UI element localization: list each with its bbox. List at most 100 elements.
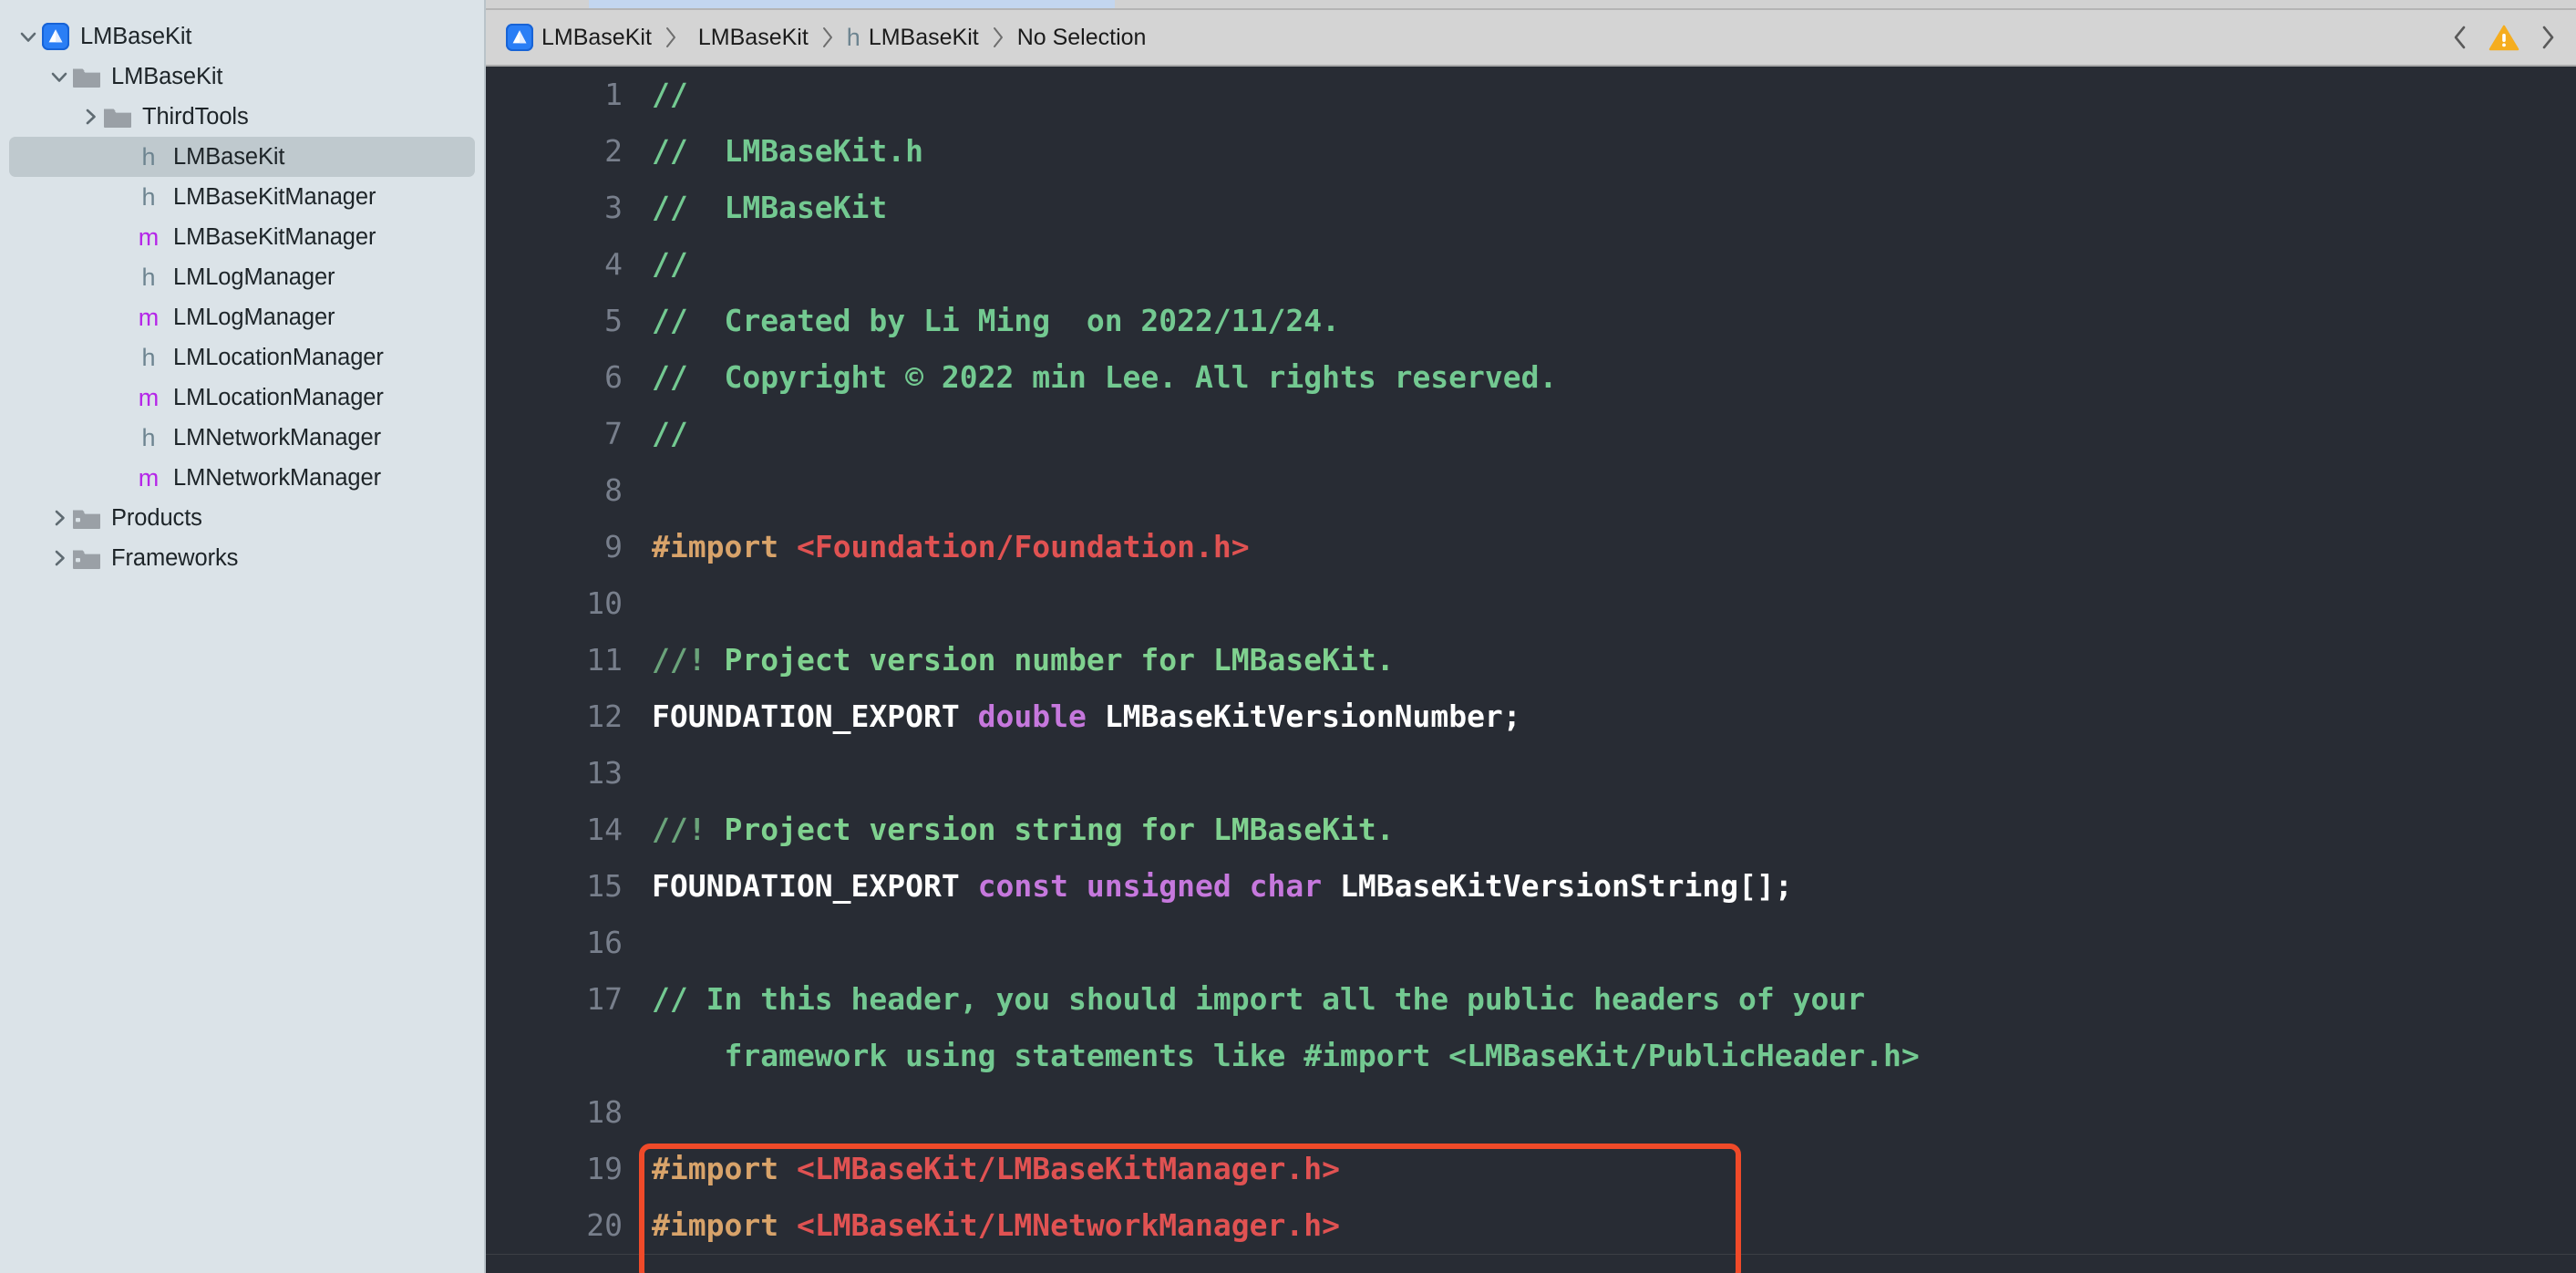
tab-active[interactable] xyxy=(589,0,1115,8)
line-content[interactable]: // xyxy=(643,67,2576,123)
code-line-20[interactable]: 20 #import <LMBaseKit/LMNetworkManager.h> xyxy=(486,1197,2576,1254)
disclosure-down-icon[interactable] xyxy=(47,65,71,88)
group-folder-icon xyxy=(71,504,102,532)
code-lines[interactable]: 1 // 2 // LMBaseKit.h 3 // LMBaseKit 4 // 5 // Cr… xyxy=(486,67,2576,1273)
code-line-14[interactable]: 14 //! Project version string for LMBaseK… xyxy=(486,802,2576,858)
code-line-11[interactable]: 11 //! Project version number for LMBaseK… xyxy=(486,632,2576,688)
code-token: <LMBaseKit/LMBaseKitManager.h> xyxy=(796,1151,1340,1186)
header-file-icon: h xyxy=(846,23,860,51)
code-line-13[interactable]: 13 xyxy=(486,745,2576,802)
code-line-9[interactable]: 9 #import <Foundation/Foundation.h> xyxy=(486,519,2576,575)
group-folder-icon xyxy=(71,544,102,572)
code-line-16[interactable]: 16 xyxy=(486,915,2576,971)
next-issue-button[interactable] xyxy=(2538,24,2558,51)
header-file-icon: h xyxy=(141,263,156,291)
source-editor[interactable]: 1 // 2 // LMBaseKit.h 3 // LMBaseKit 4 // 5 // Cr… xyxy=(486,67,2576,1273)
code-line-15[interactable]: 15 FOUNDATION_EXPORT const unsigned char … xyxy=(486,858,2576,915)
line-content[interactable]: // LMBaseKit xyxy=(643,180,2576,236)
header-file-icon: h xyxy=(141,423,156,451)
twisty-placeholder xyxy=(109,185,133,209)
jump-bar[interactable]: LMBaseKit LMBaseKit h LMBaseKit No Selection xyxy=(486,10,2576,67)
code-line-6[interactable]: 6 // Copyright © 2022 min Lee. All rights… xyxy=(486,349,2576,406)
sidebar-item-label: LMNetworkManager xyxy=(173,424,381,450)
code-token: #import xyxy=(652,1151,797,1186)
sidebar-item-frameworks-13[interactable]: Frameworks xyxy=(9,538,475,578)
sidebar-item-label: Frameworks xyxy=(111,544,239,571)
breadcrumb-label: LMBaseKit xyxy=(541,24,652,50)
line-number: 15 xyxy=(586,868,623,904)
code-line-4[interactable]: 4 // xyxy=(486,236,2576,293)
code-line-10[interactable]: 10 xyxy=(486,575,2576,632)
code-line-7[interactable]: 7 // xyxy=(486,406,2576,462)
line-content[interactable]: // LMBaseKit.h xyxy=(643,123,2576,180)
code-line-12[interactable]: 12 FOUNDATION_EXPORT double LMBaseKitVers… xyxy=(486,688,2576,745)
sidebar-item-lmlogmanager-7[interactable]: m LMLogManager xyxy=(9,297,475,337)
code-token: //! xyxy=(652,812,706,847)
line-content[interactable]: #import <LMBaseKit/LMBaseKitManager.h> xyxy=(643,1141,2576,1197)
line-number: 2 xyxy=(604,133,623,169)
code-token: //! xyxy=(652,642,706,678)
sidebar-item-lmnetworkmanager-10[interactable]: h LMNetworkManager xyxy=(9,418,475,458)
line-content[interactable]: // xyxy=(643,236,2576,293)
source-file-icon: m xyxy=(138,303,160,331)
sidebar-item-lmlogmanager-6[interactable]: h LMLogManager xyxy=(9,257,475,297)
code-line-19[interactable]: 19 #import <LMBaseKit/LMBaseKitManager.h> xyxy=(486,1141,2576,1197)
sidebar-item-label: LMBaseKit xyxy=(173,143,285,170)
breadcrumb-item-3[interactable]: No Selection xyxy=(1017,25,1147,51)
sidebar-item-lmlocationmanager-8[interactable]: h LMLocationManager xyxy=(9,337,475,378)
code-line-5[interactable]: 5 // Created by Li Ming on 2022/11/24. xyxy=(486,293,2576,349)
code-line-8[interactable]: 8 xyxy=(486,462,2576,519)
sidebar-item-lmbasekit-0[interactable]: LMBaseKit xyxy=(9,16,475,57)
line-content[interactable]: //! Project version number for LMBaseKit… xyxy=(643,632,2576,688)
sidebar-item-thirdtools-2[interactable]: ThirdTools xyxy=(9,97,475,137)
warning-icon[interactable] xyxy=(2488,24,2519,51)
code-line-18[interactable]: 18 xyxy=(486,1084,2576,1141)
sidebar-item-products-12[interactable]: Products xyxy=(9,498,475,538)
disclosure-right-icon[interactable] xyxy=(78,105,102,129)
code-line-1[interactable]: 1 // xyxy=(486,67,2576,123)
line-number: 1 xyxy=(604,77,623,112)
line-content[interactable]: #import <Foundation/Foundation.h> xyxy=(643,519,2576,575)
breadcrumb-separator-icon xyxy=(991,24,1005,51)
code-token: // LMBaseKit xyxy=(652,190,888,225)
line-content[interactable]: FOUNDATION_EXPORT double LMBaseKitVersio… xyxy=(643,688,2576,745)
disclosure-down-icon[interactable] xyxy=(16,25,40,48)
code-token: // xyxy=(652,416,688,451)
editor-pane: LMBaseKit LMBaseKit h LMBaseKit No Selection xyxy=(486,0,2576,1273)
previous-issue-button[interactable] xyxy=(2450,24,2470,51)
sidebar-item-lmnetworkmanager-11[interactable]: m LMNetworkManager xyxy=(9,458,475,498)
sidebar-item-lmbasekitmanager-4[interactable]: h LMBaseKitManager xyxy=(9,177,475,217)
disclosure-right-icon[interactable] xyxy=(47,546,71,570)
code-line-17[interactable]: 17 // In this header, you should import a… xyxy=(486,971,2576,1084)
breadcrumb-item-0[interactable]: LMBaseKit xyxy=(506,24,652,51)
line-number: 16 xyxy=(586,925,623,960)
sidebar-item-lmbasekit-1[interactable]: LMBaseKit xyxy=(9,57,475,97)
project-navigator[interactable]: LMBaseKit LMBaseKit ThirdTools h LMBaseKit h L… xyxy=(0,0,486,1273)
sidebar-item-label: LMBaseKit xyxy=(111,63,223,89)
line-content[interactable]: // Copyright © 2022 min Lee. All rights … xyxy=(643,349,2576,406)
code-line-3[interactable]: 3 // LMBaseKit xyxy=(486,180,2576,236)
sidebar-item-lmbasekit-3[interactable]: h LMBaseKit xyxy=(9,137,475,177)
line-content[interactable]: #import <LMBaseKit/LMNetworkManager.h> xyxy=(643,1197,2576,1254)
breadcrumb-item-1[interactable]: LMBaseKit xyxy=(690,25,809,51)
folder-icon xyxy=(71,63,102,90)
sidebar-item-label: Products xyxy=(111,504,202,531)
issue-navigation-controls xyxy=(2450,24,2558,51)
twisty-placeholder xyxy=(109,225,133,249)
line-content[interactable]: //! Project version string for LMBaseKit… xyxy=(643,802,2576,858)
line-content[interactable]: // xyxy=(643,406,2576,462)
sidebar-item-lmbasekitmanager-5[interactable]: m LMBaseKitManager xyxy=(9,217,475,257)
code-line-2[interactable]: 2 // LMBaseKit.h xyxy=(486,123,2576,180)
disclosure-right-icon[interactable] xyxy=(47,506,71,530)
sidebar-item-label: LMLocationManager xyxy=(173,344,384,370)
line-number: 4 xyxy=(604,246,623,282)
sidebar-item-lmlocationmanager-9[interactable]: m LMLocationManager xyxy=(9,378,475,418)
line-content[interactable]: // Created by Li Ming on 2022/11/24. xyxy=(643,293,2576,349)
tab-bar[interactable] xyxy=(486,0,2576,10)
sidebar-item-label: LMLocationManager xyxy=(173,384,384,410)
line-content[interactable]: FOUNDATION_EXPORT const unsigned char LM… xyxy=(643,858,2576,915)
line-content[interactable]: // In this header, you should import all… xyxy=(643,971,2576,1084)
breadcrumb-item-2[interactable]: h LMBaseKit xyxy=(847,25,979,51)
twisty-placeholder xyxy=(109,265,133,289)
line-number: 18 xyxy=(586,1094,623,1130)
